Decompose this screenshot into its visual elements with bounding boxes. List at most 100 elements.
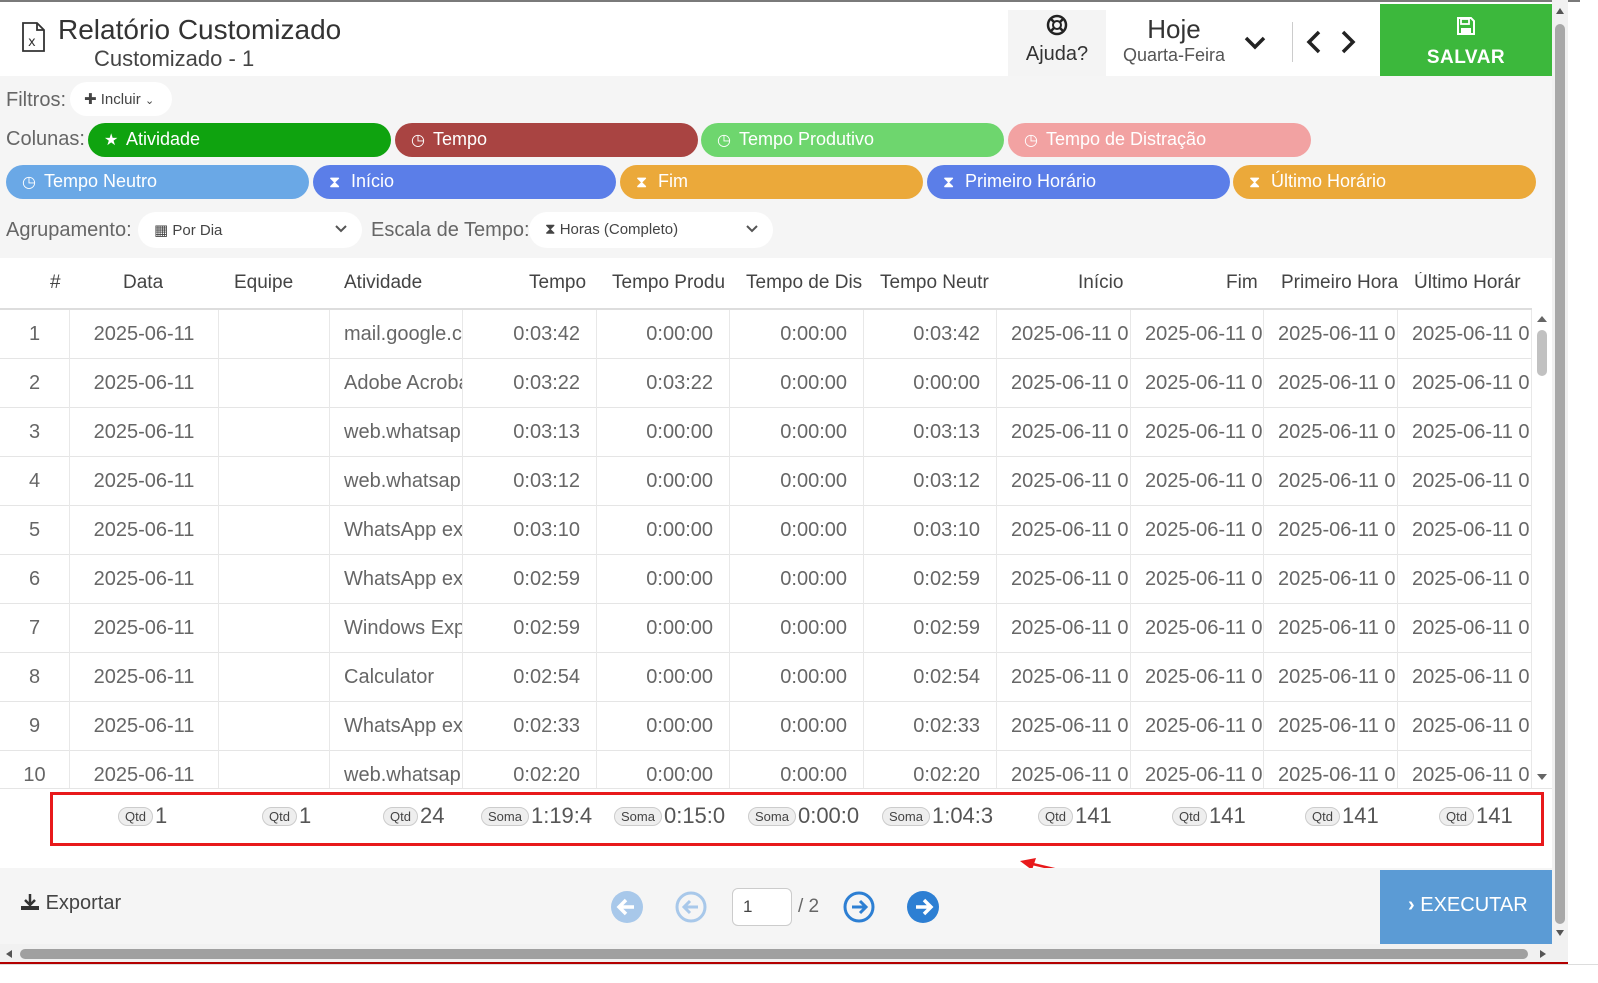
table-cell: 0:00:00 [864,359,997,408]
table-header: # Data Equipe Atividade Tempo Tempo Prod… [0,258,1532,310]
column-pill-tempo[interactable]: ◷ Tempo [395,123,698,157]
table-cell: 2025-06-11 0 [1398,457,1532,506]
chevron-right-icon[interactable] [1336,28,1360,56]
column-header[interactable]: Equipe [234,272,293,294]
column-header[interactable]: Último Horár [1414,272,1530,294]
table-row[interactable]: 3 2025-06-11 web.whatsapp 0:03:13 0:00:00 0:0… [0,408,1532,457]
help-button[interactable]: Ajuda? [1008,10,1106,76]
first-page-arrow-icon[interactable] [610,890,644,924]
column-header[interactable]: # [50,272,61,294]
chevron-left-icon[interactable] [1302,28,1326,56]
column-header[interactable]: Início [1078,272,1123,294]
table-vertical-scrollbar[interactable] [1532,310,1552,788]
table-row[interactable]: 10 2025-06-11 web.whatsapp 0:02:20 0:00:00 0:… [0,751,1532,788]
column-pill-tempo-neutro[interactable]: ◷ Tempo Neutro [6,165,309,199]
table-row[interactable]: 6 2025-06-11 WhatsApp exe 0:02:59 0:00:00 0:0… [0,555,1532,604]
chevron-down-icon: ⌄ [144,95,155,107]
table-cell: 2025-06-11 0 [1398,359,1532,408]
table-row[interactable]: 4 2025-06-11 web.whatsapp 0:03:12 0:00:00 0:0… [0,457,1532,506]
column-pill-label: Tempo Produtivo [739,129,875,149]
column-header[interactable]: Tempo Produ [612,272,730,294]
column-header[interactable]: Primeiro Hora [1281,272,1398,294]
column-pill-ultimo-horario[interactable]: ⧗ Último Horário [1233,165,1536,199]
report-table: # Data Equipe Atividade Tempo Tempo Prod… [0,258,1552,852]
star-icon: ★ [104,132,119,149]
table-row[interactable]: 7 2025-06-11 Windows Exp 0:02:59 0:00:00 0:00… [0,604,1532,653]
grouping-select[interactable]: ▦ Por Dia [138,212,362,248]
scroll-up-arrow-icon[interactable] [1555,6,1565,16]
table-body: 1 2025-06-11 mail.google.co 0:03:42 0:00:00 0… [0,310,1532,788]
column-header[interactable]: Tempo [529,272,586,294]
save-button[interactable]: SALVAR [1380,4,1552,78]
page-title: Relatório Customizado [58,14,342,45]
scrollbar-thumb[interactable] [1537,330,1547,376]
table-cell: 2025-06-11 0 [997,653,1131,702]
table-row[interactable]: 8 2025-06-11 Calculator 0:02:54 0:00:00 0:00:… [0,653,1532,702]
execute-button[interactable]: › EXECUTAR [1380,870,1552,944]
table-cell: 0:02:20 [864,751,997,788]
horizontal-scrollbar[interactable] [0,944,1552,964]
column-pill-inicio[interactable]: ⧗ Início [313,165,616,199]
table-cell: 0:03:13 [463,408,597,457]
grouping-value: Por Dia [172,222,223,239]
table-cell: 7 [0,604,70,653]
table-cell: web.whatsapp [330,457,463,506]
excel-file-icon: x [22,22,45,52]
scrollbar-thumb[interactable] [20,949,1528,959]
previous-page-arrow-icon[interactable] [674,890,708,924]
date-selector[interactable]: Hoje Quarta-Feira [1114,14,1234,66]
table-row[interactable]: 1 2025-06-11 mail.google.co 0:03:42 0:00:00 0… [0,310,1532,359]
page-total: / 2 [798,896,820,917]
table-cell: 2025-06-11 0 [1264,702,1398,751]
table-cell: 0:00:00 [597,555,730,604]
table-cell [219,408,330,457]
next-page-arrow-icon[interactable] [842,890,876,924]
window-vertical-scrollbar[interactable] [1552,0,1568,964]
column-pill-label: Tempo Neutro [44,171,158,191]
column-pill-atividade[interactable]: ★ Atividade [88,123,391,157]
table-row[interactable]: 5 2025-06-11 WhatsApp exe 0:03:10 0:00:00 0:0… [0,506,1532,555]
table-cell: 0:02:20 [463,751,597,788]
column-pill-label: Tempo [433,129,488,149]
export-button[interactable]: Exportar [20,892,121,915]
chevron-right-icon: › [1408,894,1415,916]
column-pill-tempo-distracao[interactable]: ◷ Tempo de Distração [1008,123,1311,157]
column-header[interactable]: Tempo de Dis [746,272,863,294]
scroll-down-arrow-icon[interactable] [1555,928,1565,938]
table-row[interactable]: 2 2025-06-11 Adobe Acrobat 0:03:22 0:03:22 0:… [0,359,1532,408]
hourglass-icon: ⧗ [545,221,556,238]
scroll-up-arrow-icon[interactable] [1536,314,1548,324]
last-page-arrow-icon[interactable] [906,890,940,924]
timescale-value: Horas (Completo) [559,221,679,238]
column-header[interactable]: Fim [1226,272,1258,294]
table-cell: 8 [0,653,70,702]
column-header[interactable]: Atividade [344,272,422,294]
column-header[interactable]: Data [123,272,163,294]
timescale-select[interactable]: ⧗ Horas (Completo) [529,212,773,248]
table-cell: 0:00:00 [597,702,730,751]
scrollbar-thumb[interactable] [1555,24,1565,924]
table-cell: 0:02:59 [864,555,997,604]
column-pill-label: Último Horário [1271,171,1387,191]
scroll-right-arrow-icon[interactable] [1538,949,1548,959]
column-pill-tempo-produtivo[interactable]: ◷ Tempo Produtivo [701,123,1004,157]
column-header[interactable]: Tempo Neutr [880,272,996,294]
scroll-down-arrow-icon[interactable] [1536,772,1548,782]
column-pill-primeiro-horario[interactable]: ⧗ Primeiro Horário [927,165,1230,199]
table-cell: 0:02:54 [463,653,597,702]
table-cell: mail.google.co [330,310,463,359]
table-cell [219,506,330,555]
column-pill-fim[interactable]: ⧗ Fim [620,165,923,199]
table-row[interactable]: 9 2025-06-11 WhatsApp exe 0:02:33 0:00:00 0:0… [0,702,1532,751]
include-filter-button[interactable]: ✚ Incluir ⌄ [70,82,172,116]
table-cell: 2025-06-11 [70,408,219,457]
scroll-left-arrow-icon[interactable] [4,949,14,959]
chevron-down-icon[interactable] [1240,28,1270,58]
table-cell: WhatsApp exe [330,555,463,604]
table-cell: 2025-06-11 0 [1131,457,1264,506]
table-cell: 0:00:00 [597,653,730,702]
table-cell: 0:03:13 [864,408,997,457]
hourglass-icon: ⧗ [636,174,648,191]
page-number-input[interactable]: 1 [732,888,792,926]
table-cell: web.whatsapp [330,408,463,457]
